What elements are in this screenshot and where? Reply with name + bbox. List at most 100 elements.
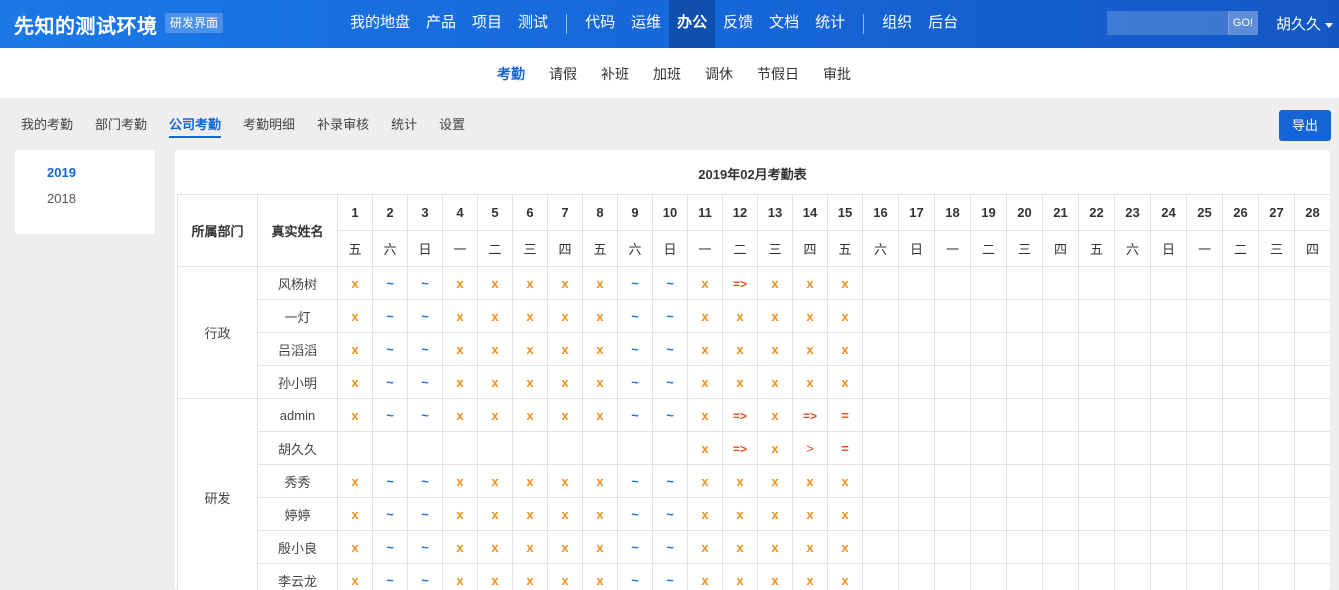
employee-name[interactable]: 李云龙 [257,563,338,590]
day-cell[interactable]: x [757,299,793,333]
tab-item[interactable]: 部门考勤 [84,114,158,138]
day-cell[interactable] [1258,299,1295,333]
day-cell[interactable] [898,431,935,465]
day-cell[interactable]: x [512,299,548,333]
day-cell[interactable]: ~ [407,266,443,300]
day-cell[interactable] [1114,563,1151,590]
day-cell[interactable] [1006,398,1043,432]
day-cell[interactable] [1006,464,1043,498]
subnav-item[interactable]: 加班 [641,64,693,84]
subnav-item[interactable]: 考勤 [485,64,537,84]
day-cell[interactable]: x [477,332,513,366]
day-cell[interactable] [970,464,1007,498]
tab-item[interactable]: 统计 [380,114,428,138]
day-cell[interactable]: x [722,563,758,590]
nav-item[interactable]: 产品 [418,0,464,48]
day-cell[interactable]: x [792,497,828,531]
day-cell[interactable] [1222,266,1259,300]
day-cell[interactable] [1042,497,1079,531]
day-cell[interactable]: x [442,365,478,399]
day-cell[interactable] [862,332,899,366]
day-cell[interactable]: ~ [372,398,408,432]
subnav-item[interactable]: 审批 [811,64,863,84]
employee-name[interactable]: 孙小明 [257,365,338,399]
day-cell[interactable] [934,398,971,432]
day-cell[interactable]: x [547,332,583,366]
year-item[interactable]: 2018 [47,191,76,206]
day-cell[interactable] [1294,266,1330,300]
day-cell[interactable]: x [512,464,548,498]
day-cell[interactable]: x [477,266,513,300]
day-cell[interactable]: ~ [372,266,408,300]
day-cell[interactable]: x [687,398,723,432]
day-cell[interactable]: ~ [407,497,443,531]
day-cell[interactable]: => [722,266,758,300]
day-cell[interactable]: x [512,497,548,531]
day-cell[interactable]: x [687,365,723,399]
day-cell[interactable]: x [477,365,513,399]
day-cell[interactable] [862,464,899,498]
day-cell[interactable] [970,563,1007,590]
day-cell[interactable] [1150,530,1187,564]
day-cell[interactable] [1150,464,1187,498]
day-cell[interactable]: x [687,266,723,300]
day-cell[interactable] [1114,365,1151,399]
day-cell[interactable]: x [792,365,828,399]
day-cell[interactable]: x [757,464,793,498]
day-cell[interactable] [1294,563,1330,590]
day-cell[interactable] [1006,497,1043,531]
day-cell[interactable]: x [547,299,583,333]
day-cell[interactable]: ~ [372,332,408,366]
day-cell[interactable]: x [722,464,758,498]
day-cell[interactable] [1042,266,1079,300]
day-cell[interactable] [1186,563,1223,590]
day-cell[interactable]: ~ [652,365,688,399]
day-cell[interactable]: ~ [652,464,688,498]
day-cell[interactable]: x [827,332,863,366]
day-cell[interactable] [1294,431,1330,465]
day-cell[interactable]: x [442,398,478,432]
day-cell[interactable] [970,497,1007,531]
nav-item[interactable]: 文档 [761,0,807,48]
day-cell[interactable]: x [477,464,513,498]
day-cell[interactable] [1006,299,1043,333]
day-cell[interactable] [1078,431,1115,465]
day-cell[interactable] [1006,266,1043,300]
day-cell[interactable]: x [722,365,758,399]
day-cell[interactable] [582,431,618,465]
day-cell[interactable] [898,266,935,300]
employee-name[interactable]: 吕滔滔 [257,332,338,366]
day-cell[interactable]: x [337,497,373,531]
day-cell[interactable]: x [337,332,373,366]
day-cell[interactable] [1258,332,1295,366]
day-cell[interactable]: x [512,398,548,432]
day-cell[interactable]: x [547,464,583,498]
day-cell[interactable] [1078,266,1115,300]
day-cell[interactable]: x [757,431,793,465]
day-cell[interactable] [970,332,1007,366]
day-cell[interactable]: ~ [617,464,653,498]
day-cell[interactable]: x [547,497,583,531]
day-cell[interactable]: x [477,299,513,333]
day-cell[interactable] [934,563,971,590]
day-cell[interactable] [1042,563,1079,590]
day-cell[interactable]: = [827,398,863,432]
day-cell[interactable] [1150,365,1187,399]
day-cell[interactable] [970,299,1007,333]
day-cell[interactable]: x [792,464,828,498]
day-cell[interactable] [1006,332,1043,366]
nav-item[interactable]: 统计 [807,0,853,48]
day-cell[interactable] [970,431,1007,465]
day-cell[interactable]: ~ [617,299,653,333]
day-cell[interactable]: x [547,530,583,564]
day-cell[interactable]: ~ [372,530,408,564]
day-cell[interactable] [1222,299,1259,333]
subnav-item[interactable]: 补班 [589,64,641,84]
day-cell[interactable] [1258,530,1295,564]
day-cell[interactable]: ~ [617,365,653,399]
day-cell[interactable] [1222,332,1259,366]
day-cell[interactable] [898,563,935,590]
nav-item[interactable]: 代码 [577,0,623,48]
day-cell[interactable]: => [792,398,828,432]
day-cell[interactable]: x [337,299,373,333]
